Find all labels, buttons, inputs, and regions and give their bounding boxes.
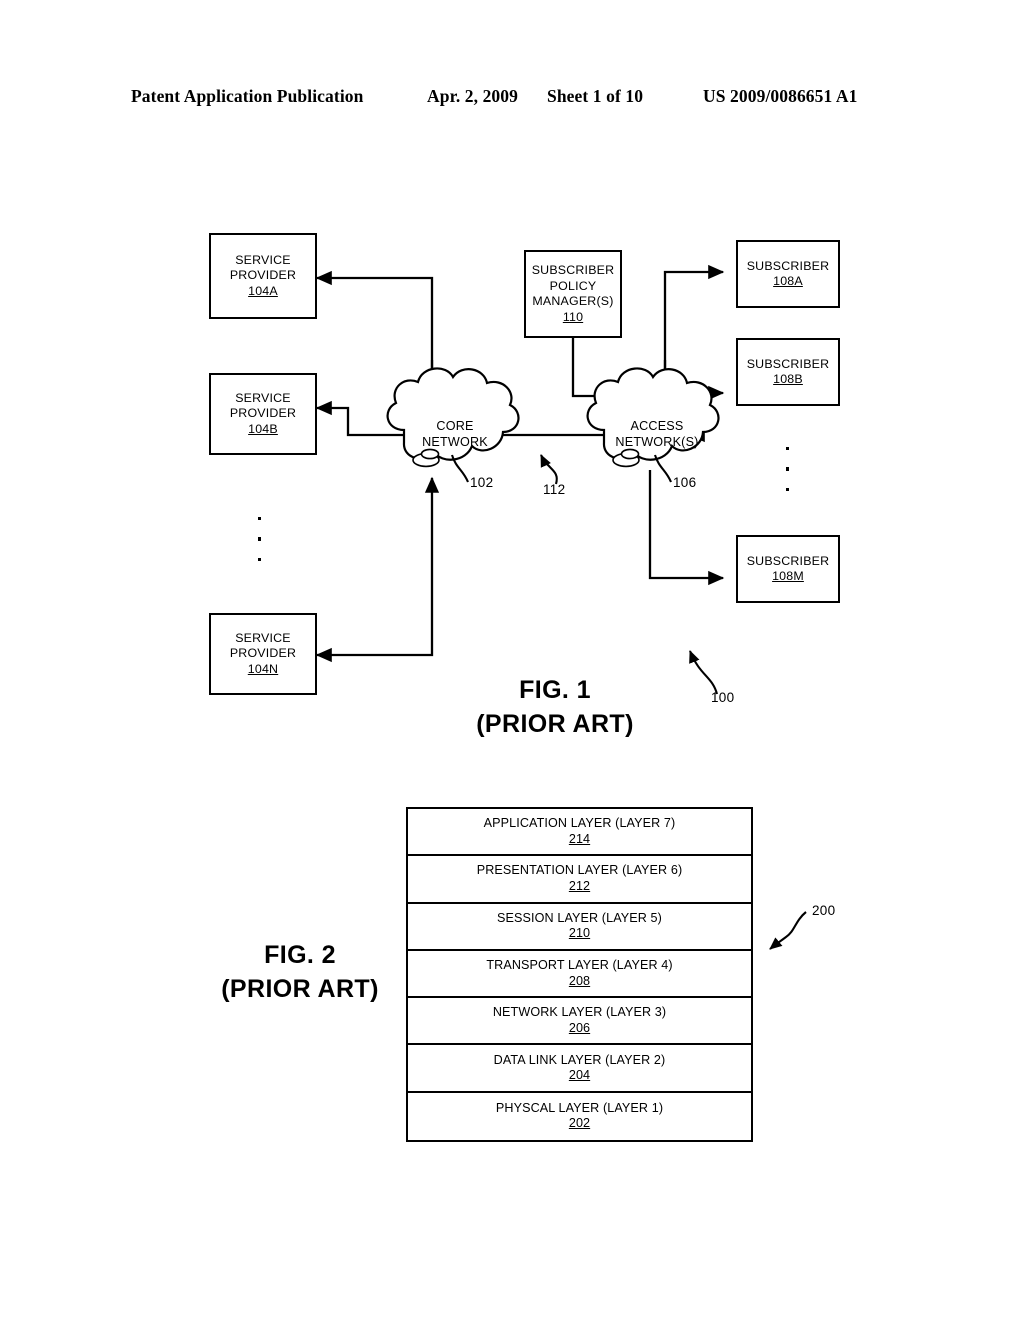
policy-manager-line1: SUBSCRIBER xyxy=(531,263,615,277)
osi-layer-5-row[interactable]: SESSION LAYER (LAYER 5) 210 xyxy=(408,904,751,951)
header-publication: Patent Application Publication xyxy=(131,86,364,106)
service-provider-104a-line2: PROVIDER xyxy=(229,268,297,283)
osi-layer-6-row[interactable]: PRESENTATION LAYER (LAYER 6) 212 xyxy=(408,856,751,904)
ref-100: 100 xyxy=(711,690,735,705)
service-provider-104n-box[interactable]: SERVICE PROVIDER 104N xyxy=(209,613,317,695)
osi-layer-6-ref: 212 xyxy=(568,878,591,893)
service-provider-104a-box[interactable]: SERVICE PROVIDER 104A xyxy=(209,233,317,319)
osi-layer-4-ref: 208 xyxy=(568,973,591,988)
service-provider-104b-line2: PROVIDER xyxy=(229,406,297,421)
policy-manager-line2: POLICY xyxy=(549,278,597,293)
subscriber-ellipsis xyxy=(786,447,790,492)
figure-1-caption: FIG. 1 (PRIOR ART) xyxy=(455,673,655,741)
osi-layer-6-name: PRESENTATION LAYER (LAYER 6) xyxy=(476,863,683,878)
figure-2-caption-line1: FIG. 2 xyxy=(264,941,336,969)
subscriber-108a-ref: 108A xyxy=(773,274,803,288)
figure-2-caption-line2: (PRIOR ART) xyxy=(221,975,379,1003)
service-provider-104b-box[interactable]: SERVICE PROVIDER 104B xyxy=(209,373,317,455)
figure-1-caption-line1: FIG. 1 xyxy=(519,676,591,704)
header-doc-number: US 2009/0086651 A1 xyxy=(703,86,858,106)
core-network-line2: NETWORK xyxy=(422,435,488,449)
ref-102: 102 xyxy=(470,475,494,490)
service-provider-104a-line1: SERVICE xyxy=(235,252,291,267)
subscriber-108a-box[interactable]: SUBSCRIBER 108A xyxy=(736,240,840,308)
osi-layer-4-name: TRANSPORT LAYER (LAYER 4) xyxy=(486,958,673,973)
subscriber-policy-manager-box[interactable]: SUBSCRIBER POLICY MANAGER(S) 110 xyxy=(524,250,622,338)
policy-manager-ref: 110 xyxy=(562,309,584,324)
figure-1-caption-line2: (PRIOR ART) xyxy=(476,710,634,738)
osi-layer-3-ref: 206 xyxy=(568,1020,591,1035)
header-date: Apr. 2, 2009 xyxy=(427,86,518,106)
subscriber-108a-label: SUBSCRIBER xyxy=(746,258,830,273)
osi-layer-7-ref: 214 xyxy=(568,831,591,846)
service-provider-104b-ref: 104B xyxy=(248,421,278,436)
osi-layer-2-ref: 204 xyxy=(568,1068,591,1083)
osi-layer-stack: APPLICATION LAYER (LAYER 7) 214 PRESENTA… xyxy=(406,807,753,1143)
osi-layer-1-name: PHYSCAL LAYER (LAYER 1) xyxy=(495,1100,664,1115)
service-provider-104n-ref: 104N xyxy=(247,661,279,676)
page-header: Patent Application Publication Apr. 2, 2… xyxy=(0,86,1024,112)
ref-106: 106 xyxy=(673,475,697,490)
policy-manager-line3: MANAGER(S) xyxy=(532,294,614,308)
osi-layer-5-ref: 210 xyxy=(568,926,591,941)
subscriber-108m-box[interactable]: SUBSCRIBER 108M xyxy=(736,535,840,603)
access-network-line1: ACCESS xyxy=(630,419,684,433)
service-provider-104n-line1: SERVICE xyxy=(235,630,291,645)
subscriber-108m-label: SUBSCRIBER xyxy=(746,553,830,568)
osi-layer-3-name: NETWORK LAYER (LAYER 3) xyxy=(492,1005,667,1020)
osi-layer-7-row[interactable]: APPLICATION LAYER (LAYER 7) 214 xyxy=(408,809,751,857)
osi-layer-3-row[interactable]: NETWORK LAYER (LAYER 3) 206 xyxy=(408,998,751,1046)
subscriber-108m-ref: 108M xyxy=(772,569,804,583)
access-network-label: ACCESS NETWORK(S) xyxy=(593,418,721,450)
core-network-line1: CORE xyxy=(436,419,474,433)
core-network-label: CORE NETWORK xyxy=(396,418,514,450)
access-network-line2: NETWORK(S) xyxy=(615,435,699,449)
subscriber-108b-box[interactable]: SUBSCRIBER 108B xyxy=(736,338,840,406)
subscriber-108b-label: SUBSCRIBER xyxy=(746,356,830,371)
osi-layer-1-row[interactable]: PHYSCAL LAYER (LAYER 1) 202 xyxy=(408,1093,751,1140)
service-provider-104a-ref: 104A xyxy=(248,283,278,298)
service-provider-ellipsis xyxy=(258,517,262,562)
ref-112: 112 xyxy=(543,482,566,497)
subscriber-108b-ref: 108B xyxy=(773,372,803,386)
ref-200: 200 xyxy=(812,903,836,918)
osi-layer-7-name: APPLICATION LAYER (LAYER 7) xyxy=(483,816,676,831)
osi-layer-5-name: SESSION LAYER (LAYER 5) xyxy=(497,910,662,925)
service-provider-104b-line1: SERVICE xyxy=(235,390,291,405)
header-sheet: Sheet 1 of 10 xyxy=(547,86,644,106)
osi-layer-2-row[interactable]: DATA LINK LAYER (LAYER 2) 204 xyxy=(408,1045,751,1093)
figure-2-caption: FIG. 2 (PRIOR ART) xyxy=(200,938,400,1006)
service-provider-104n-line2: PROVIDER xyxy=(229,646,297,661)
osi-layer-2-name: DATA LINK LAYER (LAYER 2) xyxy=(493,1052,666,1067)
osi-layer-4-row[interactable]: TRANSPORT LAYER (LAYER 4) 208 xyxy=(408,951,751,999)
osi-layer-1-ref: 202 xyxy=(568,1116,591,1131)
